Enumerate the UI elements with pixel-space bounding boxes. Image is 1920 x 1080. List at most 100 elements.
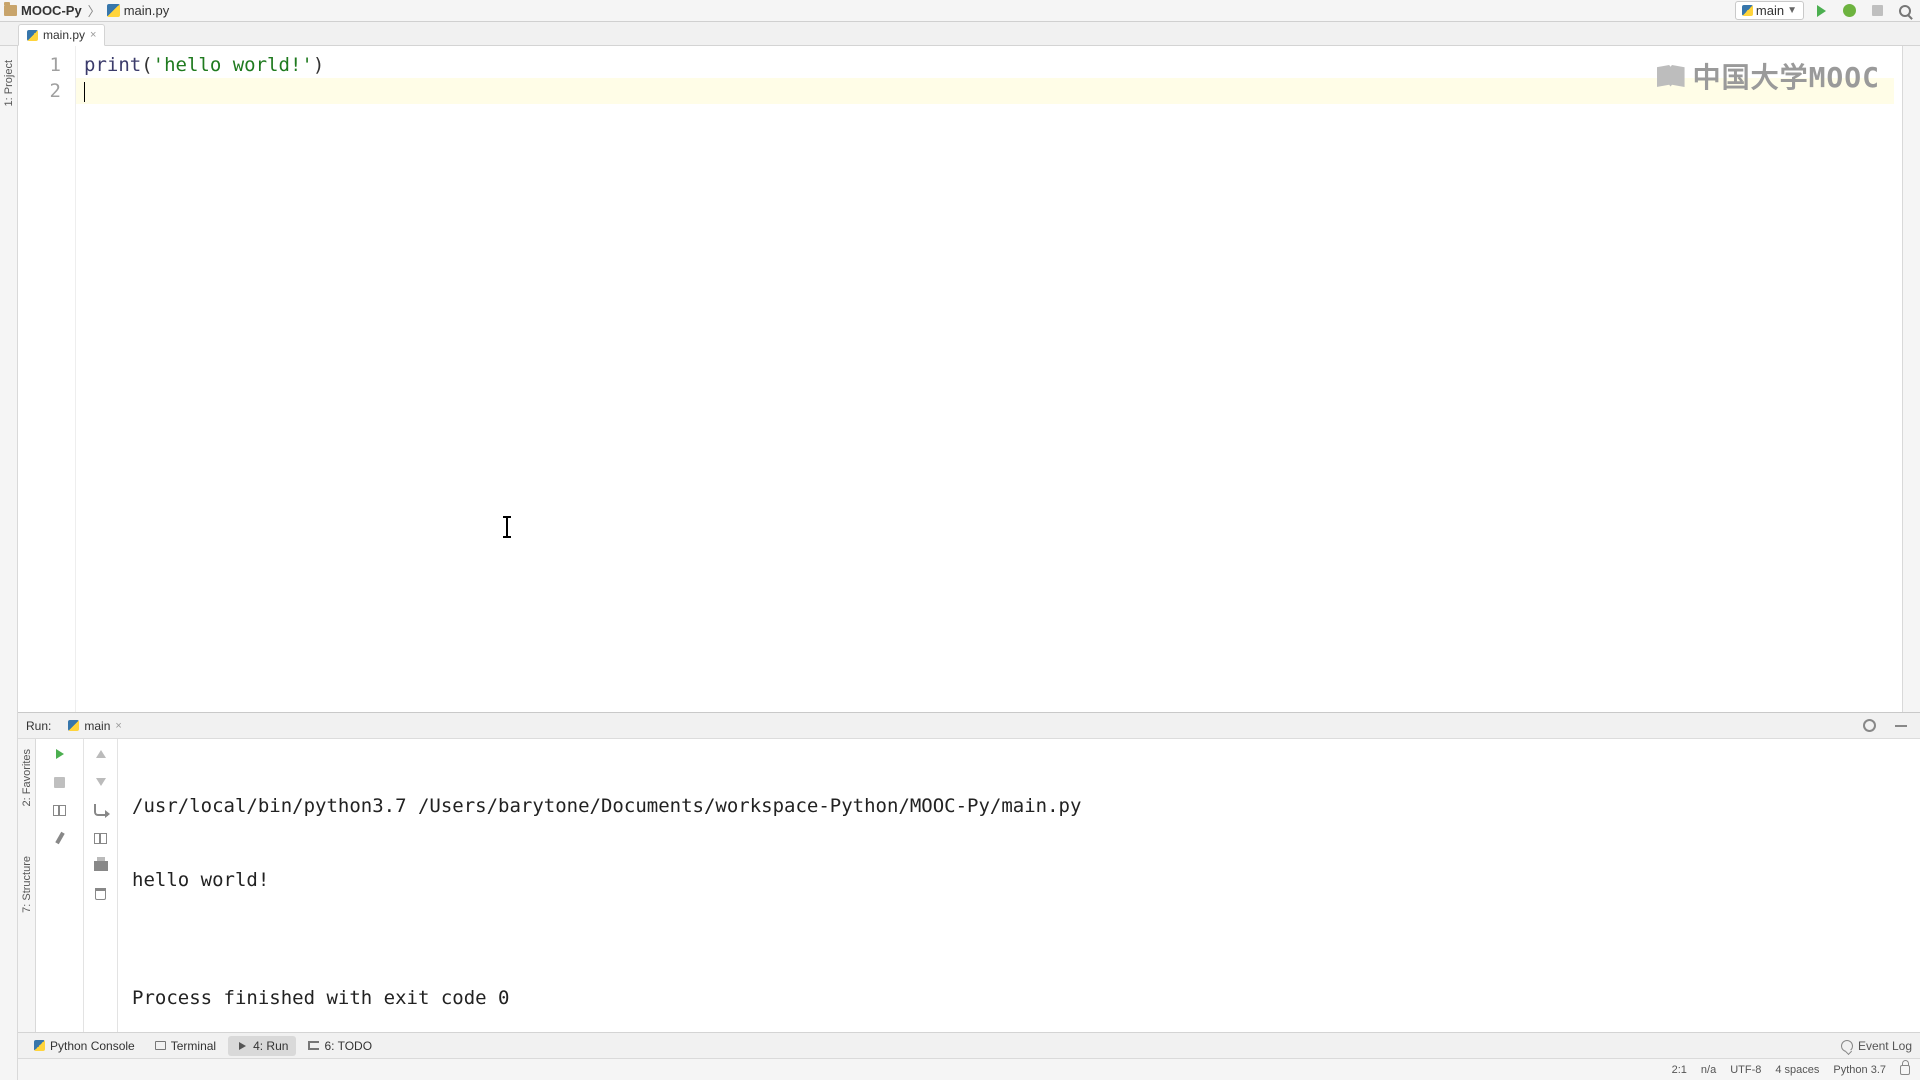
- mouse-ibeam-cursor: [506, 516, 508, 538]
- bug-icon: [1843, 4, 1856, 17]
- editor-tab-main[interactable]: main.py ×: [18, 24, 105, 46]
- stop-icon: [1872, 5, 1883, 16]
- event-log-button[interactable]: Event Log: [1841, 1039, 1912, 1053]
- softwrap-button[interactable]: [91, 801, 111, 819]
- run-body: 2: Favorites 7: Structure: [18, 739, 1920, 1032]
- scroll-icon: [94, 833, 107, 844]
- scroll-to-end-button[interactable]: [91, 829, 111, 847]
- tool-tab-project-label: 1: Project: [3, 60, 15, 106]
- breadcrumb-project[interactable]: MOOC-Py: [4, 3, 82, 18]
- tool-tab-structure[interactable]: 7: Structure: [21, 850, 33, 919]
- pin-button[interactable]: [50, 829, 70, 847]
- token-string: ': [153, 54, 164, 76]
- run-config-label: main: [1756, 3, 1784, 18]
- file-encoding[interactable]: UTF-8: [1730, 1064, 1761, 1076]
- python-icon: [68, 720, 79, 731]
- run-header-title: Run:: [26, 719, 51, 733]
- run-output[interactable]: /usr/local/bin/python3.7 /Users/barytone…: [118, 739, 1920, 1032]
- main-area: 1: Project 1 2 print('hello world!') 中国大…: [0, 46, 1920, 1080]
- tab-label: 6: TODO: [324, 1039, 372, 1053]
- run-config-selector[interactable]: main ▼: [1735, 1, 1804, 20]
- stop-icon: [54, 777, 65, 788]
- down-button[interactable]: [91, 773, 111, 791]
- play-icon: [236, 1040, 248, 1052]
- line-number: 1: [24, 52, 61, 78]
- code-line-1[interactable]: print('hello world!'): [84, 52, 1902, 78]
- run-header-config-label: main: [84, 719, 110, 733]
- text-caret: [84, 82, 85, 102]
- status-na: n/a: [1701, 1064, 1716, 1076]
- search-icon: [1899, 5, 1911, 17]
- tab-run[interactable]: 4: Run: [228, 1036, 296, 1056]
- close-icon[interactable]: ×: [115, 720, 121, 732]
- tool-tab-project[interactable]: 1: Project: [3, 54, 15, 112]
- event-log-label: Event Log: [1858, 1039, 1912, 1053]
- breadcrumb-file[interactable]: main.py: [107, 3, 170, 18]
- python-icon: [1742, 5, 1753, 16]
- token-string: ': [301, 54, 312, 76]
- output-command: /usr/local/bin/python3.7 /Users/barytone…: [132, 791, 1906, 821]
- interpreter[interactable]: Python 3.7: [1833, 1064, 1886, 1076]
- line-number: 2: [24, 78, 61, 104]
- arrow-down-icon: [96, 778, 106, 786]
- output-exit: Process finished with exit code 0: [132, 983, 1906, 1013]
- run-tool-window: Run: main × 2: Favorites 7: Structure: [18, 712, 1920, 1032]
- python-file-icon: [107, 4, 120, 17]
- tab-label: 4: Run: [253, 1039, 288, 1053]
- run-button[interactable]: [1810, 1, 1832, 21]
- list-icon: [308, 1041, 319, 1050]
- caret-position[interactable]: 2:1: [1672, 1064, 1687, 1076]
- tab-todo[interactable]: 6: TODO: [300, 1036, 380, 1056]
- run-header-config[interactable]: main ×: [61, 716, 128, 736]
- bubble-icon: [1841, 1040, 1853, 1052]
- terminal-icon: [155, 1041, 166, 1050]
- up-button[interactable]: [91, 745, 111, 763]
- pin-icon: [55, 832, 64, 844]
- code-editor[interactable]: 1 2 print('hello world!') 中国大学MOOC: [18, 46, 1920, 712]
- layout-button[interactable]: [50, 801, 70, 819]
- code-area[interactable]: print('hello world!') 中国大学MOOC: [76, 46, 1902, 712]
- tab-label: Python Console: [50, 1039, 135, 1053]
- token-string: hello world!: [164, 54, 301, 76]
- gear-icon: [1863, 719, 1876, 732]
- tool-tab-favorites[interactable]: 2: Favorites: [21, 743, 33, 812]
- run-settings-button[interactable]: [1858, 716, 1880, 736]
- rerun-button[interactable]: [50, 745, 70, 763]
- print-button[interactable]: [91, 857, 111, 875]
- search-everywhere-button[interactable]: [1894, 1, 1916, 21]
- tool-tab-favorites-label: 2: Favorites: [21, 749, 33, 806]
- chevron-down-icon: ▼: [1787, 5, 1797, 16]
- tab-python-console[interactable]: Python Console: [26, 1036, 143, 1056]
- indent-settings[interactable]: 4 spaces: [1775, 1064, 1819, 1076]
- ide-root: MOOC-Py 〉 main.py main ▼ main.py × 1: Pr…: [0, 0, 1920, 1080]
- editor-tabs: main.py ×: [0, 22, 1920, 46]
- run-hide-button[interactable]: [1890, 716, 1912, 736]
- stop-button[interactable]: [1866, 1, 1888, 21]
- wrap-icon: [94, 804, 108, 816]
- output-stdout: hello world!: [132, 865, 1906, 895]
- arrow-up-icon: [96, 750, 106, 758]
- left-tool-stripe: 1: Project: [0, 46, 18, 1080]
- play-icon: [1817, 5, 1826, 17]
- close-icon[interactable]: ×: [90, 29, 96, 41]
- debug-button[interactable]: [1838, 1, 1860, 21]
- status-bar: 2:1 n/a UTF-8 4 spaces Python 3.7: [18, 1058, 1920, 1080]
- tab-terminal[interactable]: Terminal: [147, 1036, 224, 1056]
- python-file-icon: [27, 30, 38, 41]
- lock-icon[interactable]: [1900, 1065, 1910, 1075]
- clear-button[interactable]: [91, 885, 111, 903]
- token-paren: ): [313, 54, 324, 76]
- stop-run-button[interactable]: [50, 773, 70, 791]
- layout-icon: [53, 805, 66, 816]
- right-gutter: [1902, 46, 1920, 712]
- breadcrumb-separator: 〉: [88, 1, 101, 20]
- run-side-toolbar: [36, 739, 84, 1032]
- editor-tab-label: main.py: [43, 28, 85, 42]
- tool-tab-structure-label: 7: Structure: [21, 856, 33, 913]
- token-paren: (: [141, 54, 152, 76]
- breadcrumb-file-label: main.py: [124, 3, 170, 18]
- current-line-highlight: [76, 78, 1894, 104]
- print-icon: [94, 861, 108, 871]
- folder-icon: [4, 5, 17, 16]
- run-header: Run: main ×: [18, 713, 1920, 739]
